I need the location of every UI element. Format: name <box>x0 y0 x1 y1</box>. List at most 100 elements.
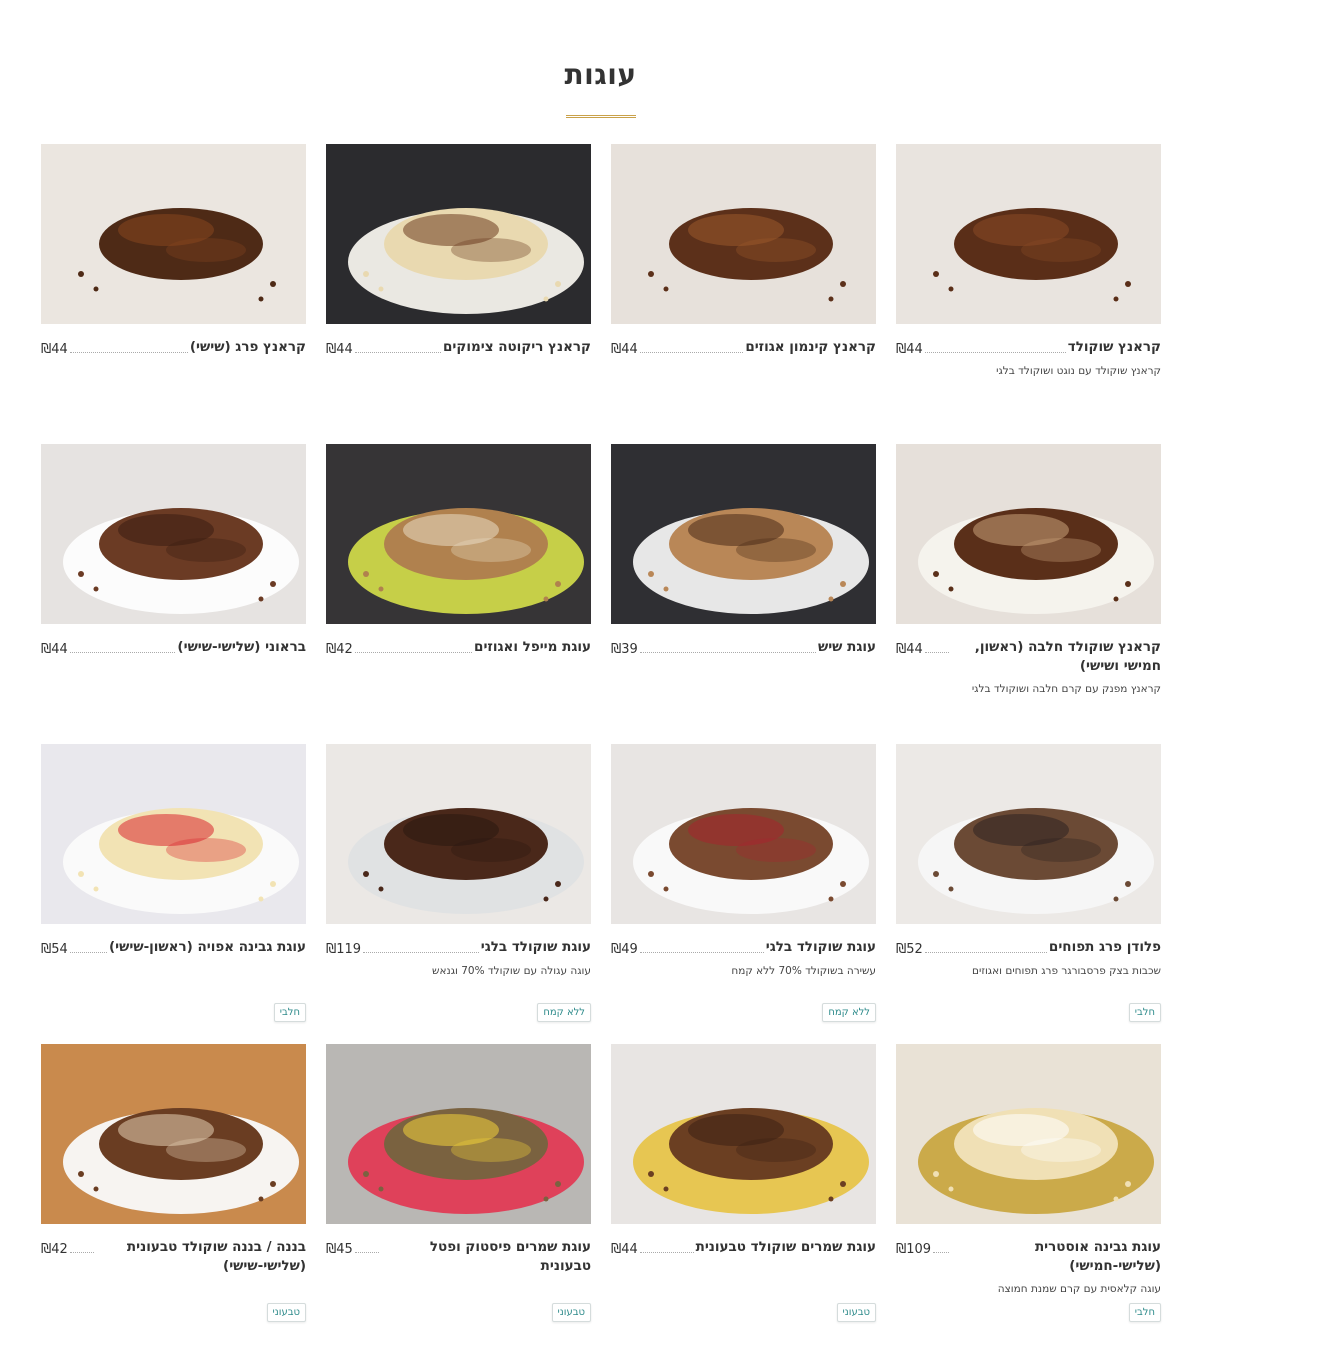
product-card[interactable]: קראנץ ריקוטה צימוקים ₪44 <box>326 144 591 444</box>
product-image[interactable] <box>896 144 1161 324</box>
product-card[interactable]: עוגת שוקולד בלגי ₪49 עשירה בשוקולד 70% ללא… <box>611 744 876 1044</box>
product-name[interactable]: עוגת שוקולד בלגי <box>766 938 876 957</box>
product-price: ₪39 <box>611 642 638 657</box>
product-card[interactable]: בראוני (שלישי-שישי) ₪44 <box>41 444 306 744</box>
product-image[interactable] <box>326 144 591 324</box>
product-card[interactable]: עוגת שוקולד בלגי ₪119 עוגה עגולה עם שוקולד… <box>326 744 591 1044</box>
product-image[interactable] <box>326 444 591 624</box>
product-name[interactable]: עוגת שוקולד בלגי <box>481 938 591 957</box>
product-title-row: עוגת שוקולד בלגי ₪49 <box>611 938 876 959</box>
product-description: עוגה עגולה עם שוקולד 70% וגנאש <box>432 965 591 977</box>
product-image[interactable] <box>41 444 306 624</box>
dietary-badge: טבעוני <box>836 1303 876 1322</box>
product-card[interactable]: פלודן פרג תפוחים ₪52 שכבות בצק פרסבורגר פר… <box>896 744 1161 1044</box>
product-card[interactable]: עוגת שמרים פיסטוק ופטל טבעונית ₪45 טבעוני <box>326 1044 591 1344</box>
product-name[interactable]: בננה / בננה שוקולד טבעונית (שלישי-שישי) <box>96 1238 306 1276</box>
product-card[interactable]: עוגת שמרים שוקולד טבעונית ₪44 טבעוני <box>611 1044 876 1344</box>
dietary-badge: ללא קמח <box>537 1003 591 1022</box>
product-description: קראנץ מפנק עם קרם חלבה ושוקולד בלגי <box>971 683 1161 695</box>
product-card[interactable]: בננה / בננה שוקולד טבעונית (שלישי-שישי) ₪… <box>41 1044 306 1344</box>
product-card[interactable]: קראנץ פרג (שישי) ₪44 <box>41 144 306 444</box>
product-image[interactable] <box>896 444 1161 624</box>
product-card[interactable]: עוגת גבינה אוסטרית (שלישי-חמישי) ₪109 עוגה… <box>896 1044 1161 1344</box>
product-image[interactable] <box>611 1044 876 1224</box>
product-price: ₪44 <box>41 342 68 357</box>
product-image[interactable] <box>41 744 306 924</box>
product-image[interactable] <box>611 744 876 924</box>
product-price: ₪119 <box>326 942 362 957</box>
product-image[interactable] <box>896 744 1161 924</box>
product-price: ₪109 <box>896 1242 932 1257</box>
product-name[interactable]: קראנץ קינמון אגוזים <box>745 338 876 357</box>
product-price: ₪44 <box>896 642 923 657</box>
product-name[interactable]: בראוני (שלישי-שישי) <box>177 638 306 657</box>
product-name[interactable]: קראנץ שוקולד חלבה (ראשון, חמישי ושישי) <box>951 638 1161 676</box>
product-name[interactable]: עוגת שמרים שוקולד טבעונית <box>696 1238 876 1257</box>
product-image[interactable] <box>611 444 876 624</box>
product-description: קראנץ שוקולד עם נוגט ושוקולד בלגי <box>996 365 1161 377</box>
product-image[interactable] <box>326 1044 591 1224</box>
product-name[interactable]: עוגת שיש <box>818 638 876 657</box>
dietary-badge: טבעוני <box>551 1303 591 1322</box>
price-leader-dots <box>639 638 816 653</box>
product-price: ₪52 <box>896 942 923 957</box>
price-leader-dots <box>354 1238 379 1253</box>
product-description: עשירה בשוקולד 70% ללא קמח <box>731 965 876 977</box>
product-description: עוגה קלאסית עם קרם שמנת חמוצה <box>997 1283 1161 1295</box>
product-price: ₪44 <box>896 342 923 357</box>
product-card[interactable]: עוגת מייפל ואגוזים ₪42 <box>326 444 591 744</box>
product-image[interactable] <box>326 744 591 924</box>
product-name[interactable]: קראנץ שוקולד <box>1068 338 1161 357</box>
dietary-badge: ללא קמח <box>822 1003 876 1022</box>
product-card[interactable]: קראנץ שוקולד חלבה (ראשון, חמישי ושישי) ₪4… <box>896 444 1161 744</box>
product-price: ₪44 <box>611 342 638 357</box>
product-title-row: קראנץ פרג (שישי) ₪44 <box>41 338 306 359</box>
price-leader-dots <box>639 1238 694 1253</box>
product-card[interactable]: קראנץ שוקולד ₪44 קראנץ שוקולד עם נוגט ושוק… <box>896 144 1161 444</box>
price-leader-dots <box>924 638 949 653</box>
product-image[interactable] <box>611 144 876 324</box>
product-price: ₪45 <box>326 1242 353 1257</box>
product-title-row: קראנץ שוקולד ₪44 <box>896 338 1161 359</box>
product-price: ₪42 <box>41 1242 68 1257</box>
dietary-badge: חלבי <box>273 1003 306 1022</box>
product-name[interactable]: קראנץ פרג (שישי) <box>190 338 306 357</box>
product-grid: קראנץ שוקולד ₪44 קראנץ שוקולד עם נוגט ושוק… <box>41 144 1161 1344</box>
price-leader-dots <box>363 938 479 953</box>
product-title-row: עוגת שוקולד בלגי ₪119 <box>326 938 591 959</box>
price-leader-dots <box>354 638 473 653</box>
price-leader-dots <box>924 338 1066 353</box>
title-divider <box>566 115 636 118</box>
product-name[interactable]: עוגת גבינה אפויה (ראשון-שישי) <box>109 938 306 957</box>
product-title-row: עוגת שמרים פיסטוק ופטל טבעונית ₪45 <box>326 1238 591 1276</box>
product-price: ₪49 <box>611 942 638 957</box>
product-name[interactable]: קראנץ ריקוטה צימוקים <box>443 338 591 357</box>
product-description: שכבות בצק פרסבורגר פרג תפוחים ואגוזים <box>972 965 1161 977</box>
price-leader-dots <box>69 938 107 953</box>
dietary-badge: טבעוני <box>266 1303 306 1322</box>
product-price: ₪44 <box>611 1242 638 1257</box>
product-card[interactable]: עוגת שיש ₪39 <box>611 444 876 744</box>
product-price: ₪44 <box>326 342 353 357</box>
price-leader-dots <box>69 638 176 653</box>
product-title-row: בראוני (שלישי-שישי) ₪44 <box>41 638 306 659</box>
dietary-badge: חלבי <box>1128 1303 1161 1322</box>
product-name[interactable]: עוגת גבינה אוסטרית (שלישי-חמישי) <box>951 1238 1161 1276</box>
product-image[interactable] <box>896 1044 1161 1224</box>
product-title-row: עוגת גבינה אפויה (ראשון-שישי) ₪54 <box>41 938 306 959</box>
product-title-row: קראנץ ריקוטה צימוקים ₪44 <box>326 338 591 359</box>
price-leader-dots <box>639 938 764 953</box>
product-title-row: עוגת גבינה אוסטרית (שלישי-חמישי) ₪109 <box>896 1238 1161 1276</box>
price-leader-dots <box>69 338 188 353</box>
product-image[interactable] <box>41 144 306 324</box>
price-leader-dots <box>354 338 442 353</box>
product-title-row: קראנץ שוקולד חלבה (ראשון, חמישי ושישי) ₪4… <box>896 638 1161 676</box>
product-card[interactable]: קראנץ קינמון אגוזים ₪44 <box>611 144 876 444</box>
product-price: ₪44 <box>41 642 68 657</box>
product-name[interactable]: עוגת מייפל ואגוזים <box>474 638 591 657</box>
product-image[interactable] <box>41 1044 306 1224</box>
product-card[interactable]: עוגת גבינה אפויה (ראשון-שישי) ₪54 חלבי <box>41 744 306 1044</box>
product-name[interactable]: עוגת שמרים פיסטוק ופטל טבעונית <box>381 1238 591 1276</box>
product-price: ₪42 <box>326 642 353 657</box>
product-name[interactable]: פלודן פרג תפוחים <box>1049 938 1161 957</box>
